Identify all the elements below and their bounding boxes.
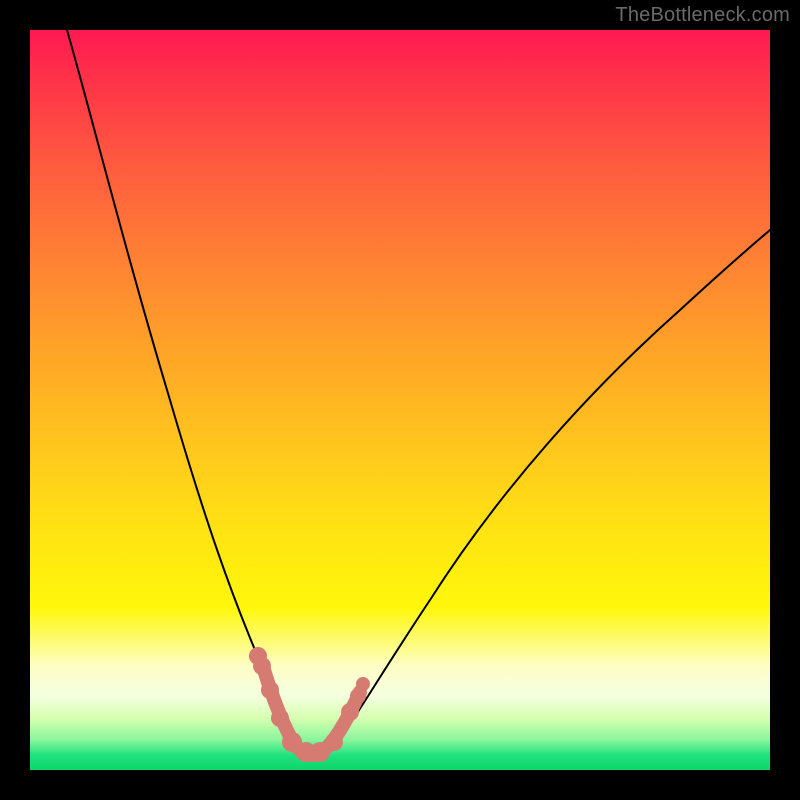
curve-svg [30,30,770,770]
chart-frame: TheBottleneck.com [0,0,800,800]
marker-dot [261,681,279,699]
plot-area [30,30,770,770]
marker-dot [341,703,359,721]
marker-dot [271,709,289,727]
marker-dot [356,677,370,691]
marker-dot [253,657,271,675]
marker-dot [325,733,343,751]
bottleneck-curve [67,30,770,754]
marker-group [249,647,370,762]
watermark-text: TheBottleneck.com [615,4,790,27]
